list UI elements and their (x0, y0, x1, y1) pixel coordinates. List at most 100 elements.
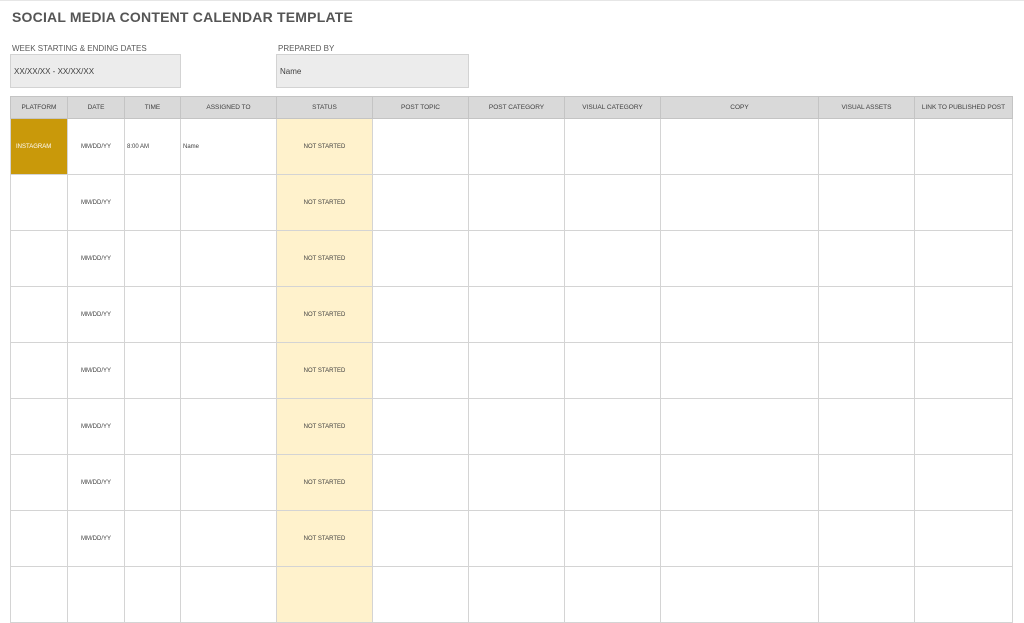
visual-category-cell[interactable] (564, 510, 661, 567)
post-topic-cell[interactable] (372, 566, 469, 623)
visual-category-cell[interactable] (564, 174, 661, 231)
visual-category-cell[interactable] (564, 566, 661, 623)
post-category-cell[interactable] (468, 286, 565, 343)
visual-assets-cell[interactable] (818, 230, 915, 287)
post-topic-cell[interactable] (372, 454, 469, 511)
post-category-cell[interactable] (468, 454, 565, 511)
date-cell[interactable]: MM/DD/YY (67, 230, 125, 287)
platform-cell[interactable] (10, 230, 68, 287)
link-cell[interactable] (914, 566, 1013, 623)
date-cell[interactable]: MM/DD/YY (67, 286, 125, 343)
status-cell[interactable]: NOT STARTED (276, 286, 373, 343)
visual-category-cell[interactable] (564, 286, 661, 343)
status-cell[interactable]: NOT STARTED (276, 174, 373, 231)
visual-assets-cell[interactable] (818, 342, 915, 399)
link-cell[interactable] (914, 342, 1013, 399)
assigned-cell[interactable] (180, 286, 277, 343)
platform-cell[interactable] (10, 454, 68, 511)
link-cell[interactable] (914, 398, 1013, 455)
post-category-cell[interactable] (468, 118, 565, 175)
assigned-cell[interactable] (180, 342, 277, 399)
post-topic-cell[interactable] (372, 398, 469, 455)
copy-cell[interactable] (660, 342, 819, 399)
time-cell[interactable] (124, 398, 181, 455)
post-topic-cell[interactable] (372, 230, 469, 287)
status-cell[interactable]: NOT STARTED (276, 398, 373, 455)
copy-cell[interactable] (660, 566, 819, 623)
time-cell[interactable] (124, 566, 181, 623)
date-cell[interactable]: MM/DD/YY (67, 118, 125, 175)
copy-cell[interactable] (660, 510, 819, 567)
status-cell[interactable]: NOT STARTED (276, 454, 373, 511)
copy-cell[interactable] (660, 454, 819, 511)
post-topic-cell[interactable] (372, 174, 469, 231)
post-topic-cell[interactable] (372, 510, 469, 567)
post-topic-cell[interactable] (372, 342, 469, 399)
visual-assets-cell[interactable] (818, 118, 915, 175)
date-cell[interactable]: MM/DD/YY (67, 510, 125, 567)
date-cell[interactable]: MM/DD/YY (67, 174, 125, 231)
platform-cell[interactable] (10, 566, 68, 623)
visual-category-cell[interactable] (564, 398, 661, 455)
status-cell[interactable]: NOT STARTED (276, 230, 373, 287)
date-cell[interactable]: MM/DD/YY (67, 454, 125, 511)
link-cell[interactable] (914, 454, 1013, 511)
time-cell[interactable] (124, 174, 181, 231)
visual-assets-cell[interactable] (818, 174, 915, 231)
platform-cell[interactable] (10, 342, 68, 399)
time-cell[interactable]: 8:00 AM (124, 118, 181, 175)
time-cell[interactable] (124, 510, 181, 567)
time-cell[interactable] (124, 230, 181, 287)
visual-assets-cell[interactable] (818, 454, 915, 511)
time-cell[interactable] (124, 342, 181, 399)
link-cell[interactable] (914, 230, 1013, 287)
assigned-cell[interactable] (180, 174, 277, 231)
visual-category-cell[interactable] (564, 454, 661, 511)
time-cell[interactable] (124, 454, 181, 511)
copy-cell[interactable] (660, 118, 819, 175)
assigned-cell[interactable]: Name (180, 118, 277, 175)
link-cell[interactable] (914, 510, 1013, 567)
visual-category-cell[interactable] (564, 118, 661, 175)
date-cell[interactable]: MM/DD/YY (67, 398, 125, 455)
assigned-cell[interactable] (180, 510, 277, 567)
platform-cell[interactable] (10, 510, 68, 567)
post-category-cell[interactable] (468, 342, 565, 399)
post-topic-cell[interactable] (372, 286, 469, 343)
visual-category-cell[interactable] (564, 342, 661, 399)
link-cell[interactable] (914, 286, 1013, 343)
platform-cell[interactable] (10, 174, 68, 231)
status-cell[interactable]: NOT STARTED (276, 510, 373, 567)
link-cell[interactable] (914, 118, 1013, 175)
copy-cell[interactable] (660, 398, 819, 455)
platform-cell[interactable] (10, 286, 68, 343)
prepared-by-field[interactable]: Name (276, 54, 469, 88)
assigned-cell[interactable] (180, 566, 277, 623)
assigned-cell[interactable] (180, 454, 277, 511)
visual-assets-cell[interactable] (818, 566, 915, 623)
visual-assets-cell[interactable] (818, 398, 915, 455)
assigned-cell[interactable] (180, 398, 277, 455)
visual-assets-cell[interactable] (818, 510, 915, 567)
platform-cell[interactable]: INSTAGRAM (10, 118, 68, 175)
time-cell[interactable] (124, 286, 181, 343)
assigned-cell[interactable] (180, 230, 277, 287)
post-category-cell[interactable] (468, 230, 565, 287)
copy-cell[interactable] (660, 230, 819, 287)
post-category-cell[interactable] (468, 510, 565, 567)
date-cell[interactable]: MM/DD/YY (67, 342, 125, 399)
post-category-cell[interactable] (468, 566, 565, 623)
date-cell[interactable] (67, 566, 125, 623)
link-cell[interactable] (914, 174, 1013, 231)
status-cell[interactable]: NOT STARTED (276, 342, 373, 399)
post-category-cell[interactable] (468, 398, 565, 455)
status-cell[interactable]: NOT STARTED (276, 118, 373, 175)
visual-category-cell[interactable] (564, 230, 661, 287)
copy-cell[interactable] (660, 286, 819, 343)
copy-cell[interactable] (660, 174, 819, 231)
visual-assets-cell[interactable] (818, 286, 915, 343)
post-topic-cell[interactable] (372, 118, 469, 175)
platform-cell[interactable] (10, 398, 68, 455)
post-category-cell[interactable] (468, 174, 565, 231)
week-dates-field[interactable]: XX/XX/XX - XX/XX/XX (10, 54, 181, 88)
